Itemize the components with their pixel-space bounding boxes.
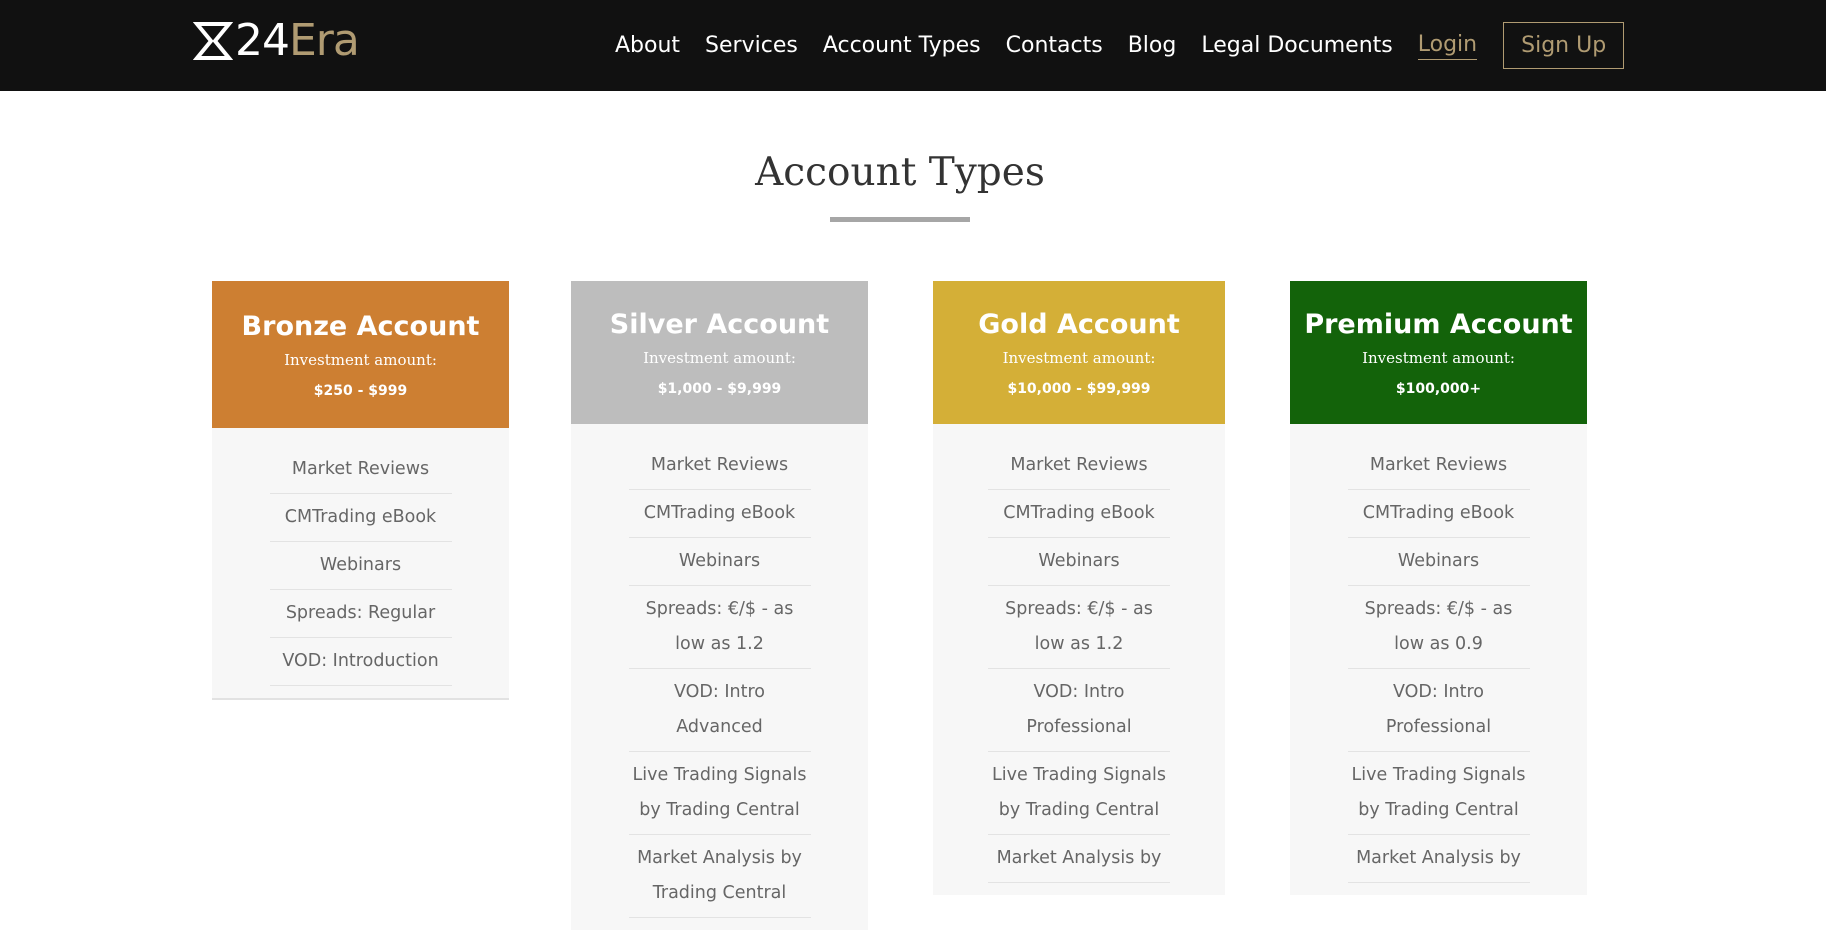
feature-item: Spreads: €/$ - as low as 1.2 [628, 586, 811, 669]
nav-link-account-types[interactable]: Account Types [823, 33, 981, 58]
hourglass-logo-icon [193, 22, 233, 60]
card-title: Bronze Account [241, 310, 480, 342]
feature-item: Market Reviews [1347, 442, 1530, 490]
card-header: Premium Account Investment amount: $100,… [1290, 281, 1587, 424]
card-header: Silver Account Investment amount: $1,000… [571, 281, 868, 424]
sign-up-button[interactable]: Sign Up [1503, 22, 1625, 69]
feature-item: Spreads: €/$ - as low as 0.9 [1347, 586, 1530, 669]
feature-item: Live Trading Signals by Trading Central [1347, 752, 1530, 835]
feature-item: CMTrading eBook [1347, 490, 1530, 538]
feature-item: Webinars [628, 538, 811, 586]
investment-label: Investment amount: [284, 350, 437, 369]
feature-item: Market Analysis by [988, 835, 1170, 883]
feature-item: Market Reviews [269, 446, 452, 494]
nav-link-legal-documents[interactable]: Legal Documents [1201, 33, 1392, 58]
page-title: Account Types [755, 150, 1045, 195]
feature-item: Webinars [269, 542, 452, 590]
card-header: Bronze Account Investment amount: $250 -… [212, 281, 509, 428]
investment-label: Investment amount: [1362, 348, 1515, 367]
feature-item: VOD: Intro Advanced [628, 669, 811, 752]
feature-item: CMTrading eBook [988, 490, 1170, 538]
account-card-gold: Gold Account Investment amount: $10,000 … [933, 281, 1225, 895]
card-title: Premium Account [1304, 308, 1573, 340]
feature-item: Market Analysis by [1347, 835, 1530, 883]
feature-item: Spreads: Regular [269, 590, 452, 638]
nav-link-about[interactable]: About [615, 33, 680, 58]
feature-item: CMTrading eBook [269, 494, 452, 542]
feature-item: VOD: Intro Professional [988, 669, 1170, 752]
site-logo[interactable]: 24 Era [193, 15, 360, 66]
feature-list: Market Reviews CMTrading eBook Webinars … [571, 424, 868, 930]
investment-range: $10,000 - $99,999 [1007, 380, 1151, 397]
investment-range: $100,000+ [1395, 380, 1482, 397]
card-header: Gold Account Investment amount: $10,000 … [933, 281, 1225, 424]
account-card-bronze: Bronze Account Investment amount: $250 -… [212, 281, 509, 700]
card-title: Gold Account [978, 308, 1180, 340]
feature-item: Market Analysis by Trading Central [628, 835, 811, 918]
logo-text: Era [289, 15, 360, 66]
investment-label: Investment amount: [1002, 348, 1156, 367]
logo-number: 24 [235, 15, 290, 66]
feature-item: Live Trading Signals by Trading Central [628, 752, 811, 835]
feature-item: Spreads: €/$ - as low as 1.2 [988, 586, 1170, 669]
account-card-premium: Premium Account Investment amount: $100,… [1290, 281, 1587, 895]
feature-item: VOD: Intro Professional [1347, 669, 1530, 752]
feature-item: CMTrading eBook [628, 490, 811, 538]
login-link[interactable]: Login [1417, 32, 1478, 60]
feature-item: Market Reviews [628, 442, 811, 490]
feature-list: Market Reviews CMTrading eBook Webinars … [1290, 424, 1587, 895]
investment-label: Investment amount: [643, 348, 796, 367]
top-navigation-bar: 24 Era About Services Account Types Cont… [0, 0, 1826, 91]
account-card-silver: Silver Account Investment amount: $1,000… [571, 281, 868, 930]
feature-item: Live Trading Signals by Trading Central [988, 752, 1170, 835]
nav-link-services[interactable]: Services [705, 33, 798, 58]
feature-item: Market Reviews [988, 442, 1170, 490]
feature-list: Market Reviews CMTrading eBook Webinars … [212, 428, 509, 698]
nav-link-blog[interactable]: Blog [1128, 33, 1177, 58]
feature-list: Market Reviews CMTrading eBook Webinars … [933, 424, 1225, 895]
title-divider [830, 217, 970, 222]
investment-range: $250 - $999 [313, 382, 408, 399]
investment-range: $1,000 - $9,999 [657, 380, 782, 397]
feature-item: VOD: Introduction [269, 638, 452, 686]
feature-item: Webinars [1347, 538, 1530, 586]
card-title: Silver Account [609, 308, 830, 340]
nav-link-contacts[interactable]: Contacts [1006, 33, 1103, 58]
feature-item: Webinars [988, 538, 1170, 586]
main-nav: About Services Account Types Contacts Bl… [615, 0, 1625, 91]
